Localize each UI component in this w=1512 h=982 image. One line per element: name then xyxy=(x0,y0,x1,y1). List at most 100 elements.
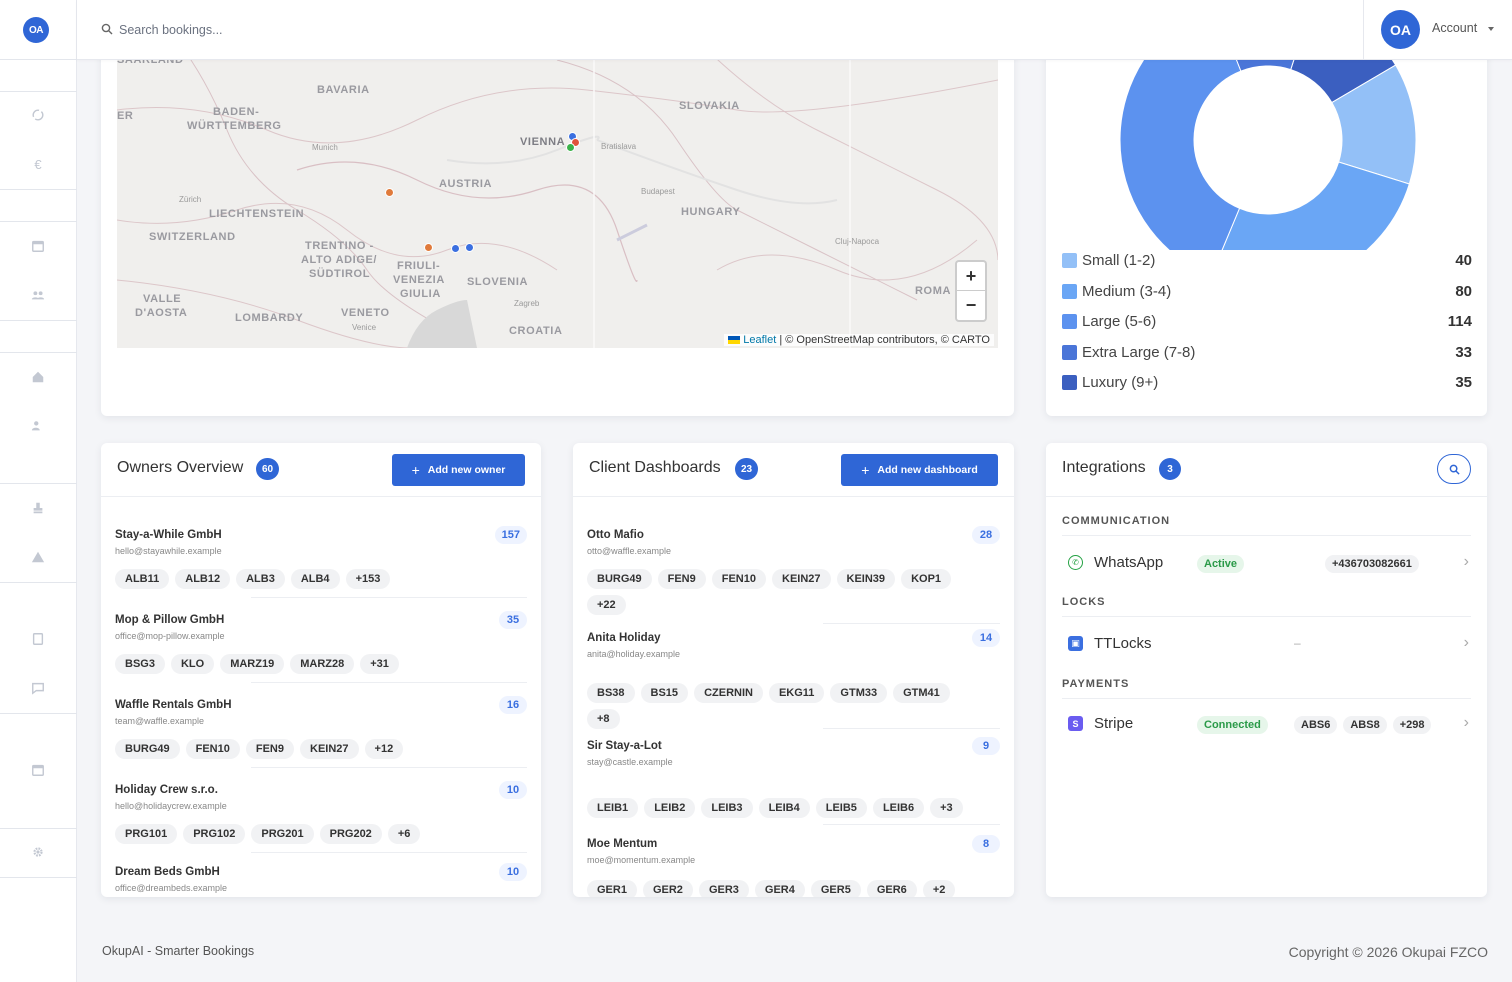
list-item[interactable]: Waffle Rentals GmbH team@waffle.example 16… xyxy=(115,696,527,767)
property-tag[interactable]: GER5 xyxy=(810,880,861,897)
property-tag[interactable]: LEIB1 xyxy=(587,798,639,818)
list-item[interactable]: Otto Mafio otto@waffle.example 28 BURG49 FEN… xyxy=(587,526,1000,623)
property-tag[interactable]: ALB3 xyxy=(236,569,285,589)
property-tag[interactable]: FEN9 xyxy=(245,739,294,759)
property-tag[interactable]: +6 xyxy=(387,824,421,844)
user-key-icon[interactable] xyxy=(30,418,46,434)
stamp-icon[interactable] xyxy=(30,500,46,516)
property-tag[interactable]: GER6 xyxy=(866,880,917,897)
property-tag[interactable]: GER1 xyxy=(587,880,637,897)
chevron-down-icon[interactable] xyxy=(1488,27,1494,31)
property-tag[interactable]: ALB11 xyxy=(115,569,170,589)
property-tag[interactable]: GER3 xyxy=(698,880,749,897)
property-tag[interactable]: LEIB2 xyxy=(644,798,696,818)
donut-slice[interactable] xyxy=(1119,40,1242,250)
list-item[interactable]: Stay-a-While GmbH hello@stayawhile.exampl… xyxy=(115,526,527,597)
property-tag[interactable]: LEIB6 xyxy=(872,798,925,818)
map-label: BAVARIA xyxy=(317,84,370,96)
gear-icon[interactable] xyxy=(30,844,46,860)
map-marker[interactable] xyxy=(566,143,575,152)
property-tag[interactable]: GER4 xyxy=(754,880,805,897)
property-tag[interactable]: KLO xyxy=(170,654,215,674)
avatar[interactable]: OA xyxy=(1381,10,1420,49)
integrations-search-button[interactable] xyxy=(1437,454,1471,484)
whatsapp-integration-row[interactable]: ✆ WhatsApp Active +436703082661 › xyxy=(1062,547,1471,577)
property-tag[interactable]: FEN10 xyxy=(711,569,766,589)
property-tag[interactable]: KEIN27 xyxy=(772,569,831,589)
property-tag[interactable]: KEIN39 xyxy=(836,569,896,589)
legend-item[interactable]: Luxury (9+) 35 xyxy=(1062,373,1472,393)
list-item[interactable]: Anita Holiday anita@holiday.example 14 BS38… xyxy=(587,629,1000,729)
legend-item[interactable]: Small (1-2) 40 xyxy=(1062,251,1472,271)
message-icon[interactable] xyxy=(30,680,46,696)
property-tag[interactable]: BURG49 xyxy=(115,739,180,759)
property-tag[interactable]: LEIB5 xyxy=(815,798,867,818)
ttlocks-integration-row[interactable]: ▣ TTLocks – › xyxy=(1062,628,1471,658)
donut-slice[interactable] xyxy=(1211,161,1410,250)
legend-item[interactable]: Large (5-6) 114 xyxy=(1062,312,1472,332)
property-tag[interactable]: LEIB4 xyxy=(758,798,810,818)
property-tag[interactable]: +153 xyxy=(345,569,391,589)
property-tag[interactable]: ALB12 xyxy=(175,569,231,589)
map-marker[interactable] xyxy=(465,243,474,252)
property-tag[interactable]: PRG102 xyxy=(183,824,246,844)
property-tag[interactable]: +12 xyxy=(364,739,404,759)
users-icon[interactable] xyxy=(30,287,46,303)
property-tag[interactable]: MARZ28 xyxy=(290,654,355,674)
zoom-in-button[interactable]: + xyxy=(957,262,985,291)
zoom-out-button[interactable]: − xyxy=(957,291,985,320)
legend-item[interactable]: Extra Large (7-8) 33 xyxy=(1062,343,1472,363)
chevron-right-icon[interactable]: › xyxy=(1464,714,1469,732)
property-tag[interactable]: BURG49 xyxy=(587,569,652,589)
property-tag[interactable]: PRG202 xyxy=(319,824,382,844)
stripe-integration-row[interactable]: S Stripe Connected ABS6 ABS8 +298 › xyxy=(1062,708,1471,738)
property-tag[interactable]: GTM33 xyxy=(830,683,888,703)
property-tag[interactable]: LEIB3 xyxy=(701,798,753,818)
brand-logo[interactable]: OA xyxy=(23,17,49,43)
property-tag[interactable]: +8 xyxy=(587,709,620,729)
property-tag[interactable]: GER2 xyxy=(642,880,693,897)
property-tag[interactable]: KEIN27 xyxy=(300,739,359,759)
list-item[interactable]: Holiday Crew s.r.o. hello@holidaycrew.exa… xyxy=(115,781,527,852)
chevron-right-icon[interactable]: › xyxy=(1464,634,1469,652)
search-input[interactable] xyxy=(119,20,519,40)
property-tag[interactable]: ALB4 xyxy=(290,569,340,589)
property-tag[interactable]: +2 xyxy=(922,880,956,897)
map-marker[interactable] xyxy=(451,244,460,253)
property-tag[interactable]: BSG3 xyxy=(115,654,165,674)
calendar-alt-icon[interactable] xyxy=(30,762,46,778)
legend-item[interactable]: Medium (3-4) 80 xyxy=(1062,282,1472,302)
add-owner-button[interactable]: + Add new owner xyxy=(392,454,525,486)
calendar-icon[interactable] xyxy=(30,238,46,254)
property-tag[interactable]: +3 xyxy=(930,798,963,818)
property-tag[interactable]: GTM41 xyxy=(893,683,950,703)
property-tag[interactable]: PRG201 xyxy=(251,824,314,844)
account-menu[interactable]: Account xyxy=(1432,21,1477,35)
property-tag[interactable]: CZERNIN xyxy=(694,683,763,703)
property-tag[interactable]: FEN10 xyxy=(185,739,240,759)
list-item[interactable]: Dream Beds GmbH office@dreambeds.example 1… xyxy=(115,863,527,896)
home-icon[interactable] xyxy=(30,369,46,385)
list-item[interactable]: Moe Mentum moe@momentum.example 8 GER1 GER2 G… xyxy=(587,835,1000,897)
property-tag[interactable]: KOP1 xyxy=(901,569,952,589)
map[interactable]: SAARLAND BAVARIA ER BADEN- WÜRTTEMBERG M… xyxy=(117,40,998,348)
chevron-right-icon[interactable]: › xyxy=(1464,553,1469,571)
warning-icon[interactable] xyxy=(30,549,46,565)
property-tag[interactable]: EKG11 xyxy=(768,683,825,703)
document-icon[interactable] xyxy=(30,631,46,647)
property-tag[interactable]: +31 xyxy=(360,654,399,674)
list-item[interactable]: Sir Stay-a-Lot stay@castle.example 9 LEIB1 L… xyxy=(587,737,1000,824)
add-dashboard-button[interactable]: + Add new dashboard xyxy=(841,454,998,486)
property-tag[interactable]: MARZ19 xyxy=(220,654,285,674)
euro-icon[interactable]: € xyxy=(30,156,46,172)
property-tag[interactable]: +22 xyxy=(587,595,626,615)
property-tag[interactable]: BS38 xyxy=(587,683,635,703)
map-marker[interactable] xyxy=(424,243,433,252)
leaflet-link[interactable]: Leaflet xyxy=(743,334,776,346)
property-tag[interactable]: BS15 xyxy=(640,683,689,703)
property-tag[interactable]: FEN9 xyxy=(657,569,706,589)
property-tag[interactable]: PRG101 xyxy=(115,824,178,844)
list-item[interactable]: Mop & Pillow GmbH office@mop-pillow.examp… xyxy=(115,611,527,682)
map-marker[interactable] xyxy=(385,188,394,197)
refresh-icon[interactable] xyxy=(30,107,46,123)
